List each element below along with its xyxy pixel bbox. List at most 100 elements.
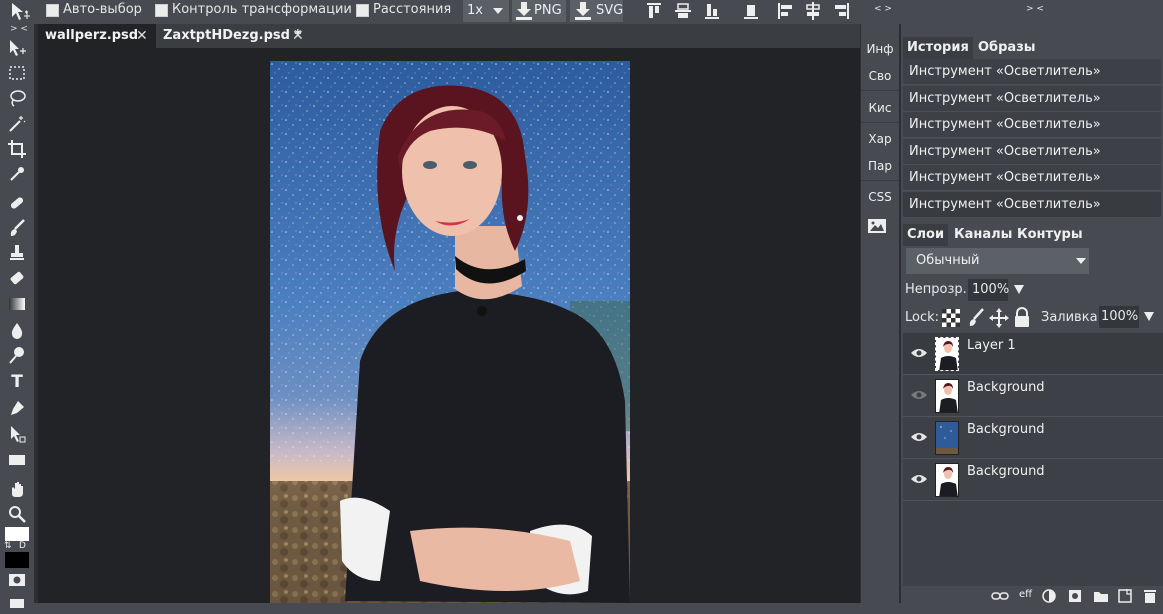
dodge-tool[interactable] [4,344,30,366]
auto-select-checkbox[interactable] [46,4,59,17]
history-item[interactable]: Инструмент «Осветлитель» [903,139,1161,165]
collapsed-panels: Инф Сво Кис Хар Пар CSS [861,24,899,603]
adjustment-layer-icon[interactable] [1042,589,1056,603]
move-tool[interactable] [4,37,30,59]
tab-label: ZaxtptHDezg.psd * [163,28,302,43]
new-layer-icon[interactable] [1118,588,1132,603]
export-svg-button[interactable]: SVG [570,0,623,22]
close-icon[interactable]: ✕ [292,24,304,48]
screen-mode-button[interactable] [4,592,30,614]
layer-name: Layer 1 [967,338,1016,353]
distances-checkbox[interactable] [356,4,369,17]
background-color-swatch[interactable] [5,552,29,568]
lasso-tool[interactable] [4,87,30,109]
shape-tool[interactable] [4,449,30,471]
zoom-select[interactable]: 1x [463,0,509,22]
image-panel-button[interactable] [867,218,893,236]
export-png-button[interactable]: PNG [512,0,566,22]
history-item[interactable]: Инструмент «Осветлитель» [903,86,1161,112]
close-icon[interactable]: ✕ [136,24,148,48]
tab-label: wallperz.psd [45,28,139,43]
align-left-icon[interactable] [777,2,793,20]
info-panel-button[interactable]: Инф [861,42,899,56]
eyedropper-icon [10,167,24,181]
opacity-dropdown-icon[interactable] [1014,285,1024,294]
gradient-tool[interactable] [4,293,30,315]
link-icon[interactable] [991,591,1009,601]
history-item[interactable]: Инструмент «Осветлитель» [903,112,1161,138]
tab-channels[interactable]: Каналы [950,224,1016,246]
stamp-tool[interactable] [4,242,30,264]
history-item[interactable]: Инструмент «Осветлитель» [903,165,1161,191]
layers-list-empty [903,501,1163,586]
zoom-tool[interactable] [4,503,30,525]
character-panel-button[interactable]: Хар [861,132,899,146]
collapse-toggle[interactable]: > < [1026,4,1044,14]
blur-tool[interactable] [4,319,30,341]
eraser-tool[interactable] [4,267,30,289]
align-right-icon[interactable] [834,2,850,20]
text-tool[interactable]: T [4,371,30,393]
brush-tool[interactable] [4,217,30,239]
path-select-tool[interactable] [4,423,30,445]
brush-panel-button[interactable]: Кис [861,101,899,115]
align-bottom-edge-icon[interactable] [743,2,759,20]
properties-panel-button[interactable]: Сво [861,69,899,83]
transform-controls-checkbox[interactable] [155,4,168,17]
trash-icon[interactable] [1143,588,1157,603]
fill-input[interactable]: 100% [1099,306,1139,328]
magic-wand-tool[interactable] [4,113,30,135]
lock-position-move-icon[interactable] [989,308,1009,328]
hand-tool[interactable] [4,478,30,500]
toolbar-collapse-toggle[interactable]: > < [10,24,28,34]
magic-wand-icon [9,116,26,132]
tab-wallperz[interactable]: wallperz.psd ✕ [38,24,156,48]
align-horizontal-center-icon[interactable] [805,2,821,20]
fill-label: Заливка: [1041,310,1102,325]
eyedropper-tool[interactable] [4,163,30,185]
align-vertical-center-icon[interactable] [675,2,691,20]
css-panel-button[interactable]: CSS [861,190,899,204]
lock-transparency-icon[interactable] [942,309,960,327]
quick-mask-button[interactable] [4,569,30,591]
tab-paths[interactable]: Контуры [1013,224,1087,246]
fill-dropdown-icon[interactable] [1144,312,1154,321]
crop-tool[interactable] [4,138,30,160]
opacity-input[interactable]: 100% [968,279,1009,301]
history-item-current[interactable]: Инструмент «Осветлитель» [903,192,1161,218]
swap-colors-icon[interactable]: ⇅ [4,541,12,551]
healing-tool[interactable] [4,192,30,214]
blend-mode-select[interactable]: Обычный [906,248,1089,274]
eye-icon[interactable] [910,389,928,401]
foreground-color-swatch[interactable] [5,527,29,541]
paragraph-panel-button[interactable]: Пар [861,159,899,173]
default-colors-icon[interactable]: D [19,541,26,551]
lock-pixels-brush-icon[interactable] [967,308,985,328]
document-image[interactable] [270,61,630,603]
layer-row[interactable]: Background [903,375,1163,417]
layer-mask-icon[interactable] [1068,589,1082,603]
layer-row[interactable]: Layer 1 [903,333,1163,375]
layer-row[interactable]: Background [903,459,1163,501]
collapse-toggle[interactable]: < > [874,4,892,14]
align-bottom-icon[interactable] [704,2,720,20]
move-tool-icon[interactable] [10,2,32,22]
tab-layers[interactable]: Слои [903,224,949,246]
lasso-icon [10,90,26,107]
tab-history[interactable]: История [903,37,973,59]
eye-icon[interactable] [910,347,928,359]
new-group-folder-icon[interactable] [1093,589,1109,603]
marquee-tool[interactable] [4,62,30,84]
lock-all-icon[interactable] [1014,307,1030,328]
tab-zaxtpthdezg[interactable]: ZaxtptHDezg.psd * ✕ [156,24,310,48]
history-item[interactable]: Инструмент «Осветлитель» [903,59,1161,85]
eye-icon[interactable] [910,431,928,443]
tab-snapshots[interactable]: Образы [974,37,1040,59]
blend-mode-value: Обычный [916,253,980,268]
align-top-icon[interactable] [646,2,662,20]
layer-row[interactable]: Background [903,417,1163,459]
eye-icon[interactable] [910,473,928,485]
effects-button[interactable]: eff [1019,589,1032,600]
hand-icon [12,482,23,497]
pen-tool[interactable] [4,397,30,419]
